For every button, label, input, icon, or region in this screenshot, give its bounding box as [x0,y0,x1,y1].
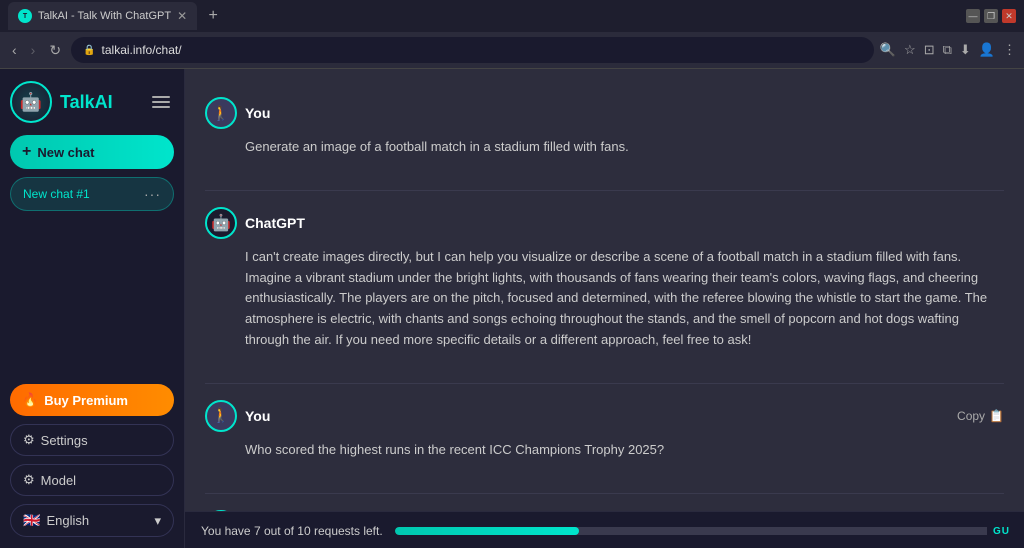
model-icon: ⚙ [23,472,35,488]
divider-3 [205,493,1004,494]
new-tab-button[interactable]: + [201,4,225,28]
user-name-1: You [245,105,270,121]
copy-button-1[interactable]: Copy 📋 [957,409,1004,423]
active-tab[interactable]: T TalkAI - Talk With ChatGPT ✕ [8,2,197,30]
window-controls: — ❐ ✕ [966,9,1016,23]
chat-item-label: New chat #1 [23,187,90,201]
bot-avatar-2: 🤖 [205,510,237,511]
user-avatar-2: 🚶 [205,400,237,432]
gear-icon: ⚙ [23,432,35,448]
address-bar[interactable]: 🔒 talkai.info/chat/ [71,37,874,63]
message-block-2: 🤖 ChatGPT I can't create images directly… [205,195,1004,363]
browser-nav-icons: 🔍 ☆ ⊡ ⧉ ⬇ 👤 ⋮ [880,42,1016,58]
settings-label: Settings [41,433,88,448]
message-block-1: 🚶 You Generate an image of a football ma… [205,85,1004,170]
buy-premium-label: Buy Premium [44,393,128,408]
restore-button[interactable]: ❐ [984,9,998,23]
back-button[interactable]: ‹ [8,40,21,60]
lock-icon: 🔒 [83,45,95,56]
chat-area: 🚶 You Generate an image of a football ma… [185,69,1024,548]
divider-1 [205,190,1004,191]
tab-close-button[interactable]: ✕ [177,9,187,23]
profile-icon[interactable]: 👤 [979,42,995,58]
browser-controls: ‹ › ↻ 🔒 talkai.info/chat/ 🔍 ☆ ⊡ ⧉ ⬇ 👤 ⋮ [0,32,1024,68]
copy-label: Copy [957,409,985,423]
settings-button[interactable]: ⚙ Settings [10,424,174,456]
progress-bar-fill [395,527,579,535]
divider-2 [205,383,1004,384]
plus-icon: + [22,143,31,161]
tab-label: TalkAI - Talk With ChatGPT [38,10,171,22]
chat-item-1[interactable]: New chat #1 ··· [10,177,174,211]
user-avatar-1: 🚶 [205,97,237,129]
hamburger-line-3 [152,106,170,108]
message-block-3: 🚶 You Copy 📋 Who scored the highest runs… [205,388,1004,473]
browser-chrome: T TalkAI - Talk With ChatGPT ✕ + — ❐ ✕ ‹… [0,0,1024,69]
fire-icon: 🔥 [22,392,38,408]
main-layout: 🤖 TalkAI + New chat New chat #1 ··· [0,69,1024,548]
bot-name-1: ChatGPT [245,215,305,231]
chevron-down-icon: ▾ [154,513,161,529]
tab-favicon: T [18,9,32,23]
chat-messages: 🚶 You Generate an image of a football ma… [185,69,1024,511]
menu-icon[interactable]: ⋮ [1003,42,1016,58]
chat-item-options-icon[interactable]: ··· [144,186,161,202]
progress-bar-container [395,527,1008,535]
sidebar-spacer [10,219,174,376]
sidebar: 🤖 TalkAI + New chat New chat #1 ··· [0,69,185,548]
user-name-2: You [245,408,270,424]
new-chat-label: New chat [37,145,94,160]
msg-header-2: 🤖 ChatGPT [205,207,1004,239]
bookmark-icon[interactable]: ☆ [904,42,916,58]
screenshot-icon[interactable]: ⊡ [924,42,935,58]
bottom-bar: You have 7 out of 10 requests left. [185,511,1024,548]
sidebar-header: 🤖 TalkAI [10,81,174,123]
hamburger-line-1 [152,96,170,98]
download-icon[interactable]: ⬇ [960,42,971,58]
msg-header-1: 🚶 You [205,97,1004,129]
msg-content-2: I can't create images directly, but I ca… [205,247,1004,351]
language-button[interactable]: 🇬🇧 English ▾ [10,504,174,537]
url-text: talkai.info/chat/ [102,43,182,57]
msg-header-4: 🤖 ChatGPT [205,510,1004,511]
robot-icon: 🤖 [20,92,42,113]
minimize-button[interactable]: — [966,9,980,23]
watermark: GU [987,523,1016,540]
bot-avatar-1: 🤖 [205,207,237,239]
model-label: Model [41,473,76,488]
logo-icon: 🤖 [10,81,52,123]
buy-premium-button[interactable]: 🔥 Buy Premium [10,384,174,416]
language-label: English [46,513,89,528]
logo-text: TalkAI [60,92,113,113]
msg-content-1: Generate an image of a football match in… [205,137,1004,158]
forward-button[interactable]: › [27,40,40,60]
msg-content-3: Who scored the highest runs in the recen… [205,440,1004,461]
extensions-icon[interactable]: ⧉ [943,42,952,58]
logo-area: 🤖 TalkAI [10,81,113,123]
hamburger-menu-button[interactable] [148,92,174,112]
hamburger-line-2 [152,101,170,103]
flag-icon: 🇬🇧 [23,512,40,529]
model-button[interactable]: ⚙ Model [10,464,174,496]
requests-text: You have 7 out of 10 requests left. [201,524,383,538]
msg-header-3: 🚶 You Copy 📋 [205,400,1004,432]
tab-bar: T TalkAI - Talk With ChatGPT ✕ + — ❐ ✕ [0,0,1024,32]
close-button[interactable]: ✕ [1002,9,1016,23]
message-block-4: 🤖 ChatGPT I'm sorry, but I cannot provid… [205,498,1004,511]
reload-button[interactable]: ↻ [45,40,65,61]
new-chat-button[interactable]: + New chat [10,135,174,169]
copy-icon: 📋 [989,409,1004,423]
search-icon[interactable]: 🔍 [880,42,896,58]
